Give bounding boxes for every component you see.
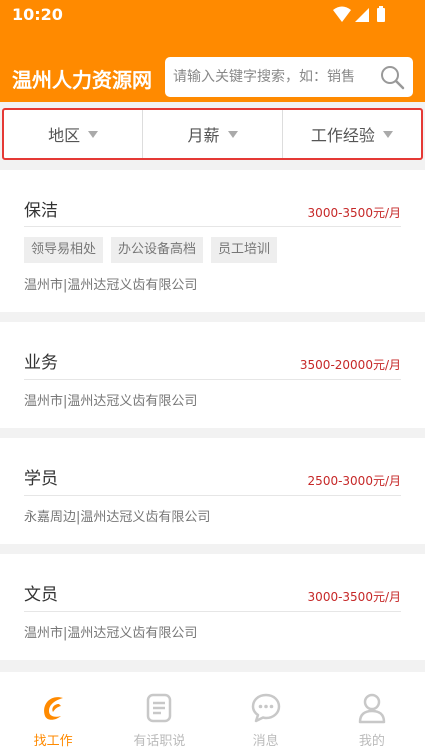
job-title: 业务 [24,353,58,373]
job-tag: 领导易相处 [24,237,104,263]
job-company: 永嘉周边|温州达冠义齿有限公司 [24,510,211,525]
job-company: 温州市|温州达冠义齿有限公司 [24,626,198,641]
job-tag: 员工培训 [211,237,278,263]
job-divider [24,226,401,227]
filter-salary-label: 月薪 [187,126,220,145]
find-job-icon [44,697,64,720]
status-bar: 10:20 [0,0,425,30]
job-divider [24,611,401,612]
job-divider [24,379,401,380]
profile-icon [358,693,386,724]
signal-icon [355,8,369,22]
search-box[interactable] [165,57,413,97]
tab-label: 找工作 [33,734,73,749]
app-title: 温州人力资源网 [12,68,152,92]
filter-bar: 地区 月薪 工作经验 [2,108,423,160]
message-icon [251,693,280,723]
filter-region-label: 地区 [48,126,81,145]
header: 温州人力资源网 [0,30,425,102]
job-tag: 办公设备高档 [111,237,204,263]
wifi-icon [333,6,351,22]
dropdown-arrow-icon [382,130,393,138]
search-input[interactable] [173,67,373,87]
job-salary: 2500-3000元/月 [307,474,401,488]
tab-label: 有话职说 [133,734,186,749]
tab-label: 我的 [358,734,385,749]
job-title: 学员 [24,469,58,489]
job-salary: 3000-3500元/月 [307,206,401,220]
filter-experience[interactable]: 工作经验 [283,110,421,158]
job-card[interactable]: 文员 3000-3500元/月 温州市|温州达冠义齿有限公司 [0,554,425,660]
job-title: 文员 [24,585,58,605]
status-time: 10:20 [12,5,63,24]
battery-icon [377,8,385,22]
job-salary: 3000-3500元/月 [307,590,401,604]
search-icon[interactable] [379,64,405,90]
status-icons [333,6,385,22]
job-salary: 3500-20000元/月 [299,358,401,372]
job-card[interactable]: 保洁 3000-3500元/月 领导易相处 办公设备高档 员工培训 温州市|温州… [0,170,425,312]
job-company: 温州市|温州达冠义齿有限公司 [24,394,198,409]
dropdown-arrow-icon [88,130,99,138]
job-title: 保洁 [24,201,58,221]
job-divider [24,495,401,496]
tab-label: 消息 [252,734,279,749]
filter-experience-label: 工作经验 [310,126,375,145]
tab-profile[interactable]: 我的 [319,672,425,756]
document-icon [147,693,172,723]
job-card[interactable]: 业务 3500-20000元/月 温州市|温州达冠义齿有限公司 [0,322,425,428]
job-card[interactable]: 学员 2500-3000元/月 永嘉周边|温州达冠义齿有限公司 [0,438,425,544]
tab-talk[interactable]: 有话职说 [106,672,212,756]
job-tags: 领导易相处 办公设备高档 员工培训 [24,237,278,263]
tab-messages[interactable]: 消息 [213,672,319,756]
bottom-tab-bar: 找工作 有话职说 消息 我的 [0,672,425,756]
filter-salary[interactable]: 月薪 [143,110,283,158]
dropdown-arrow-icon [227,130,238,138]
tab-find-job[interactable]: 找工作 [0,672,106,756]
job-company: 温州市|温州达冠义齿有限公司 [24,278,198,293]
filter-region[interactable]: 地区 [4,110,144,158]
